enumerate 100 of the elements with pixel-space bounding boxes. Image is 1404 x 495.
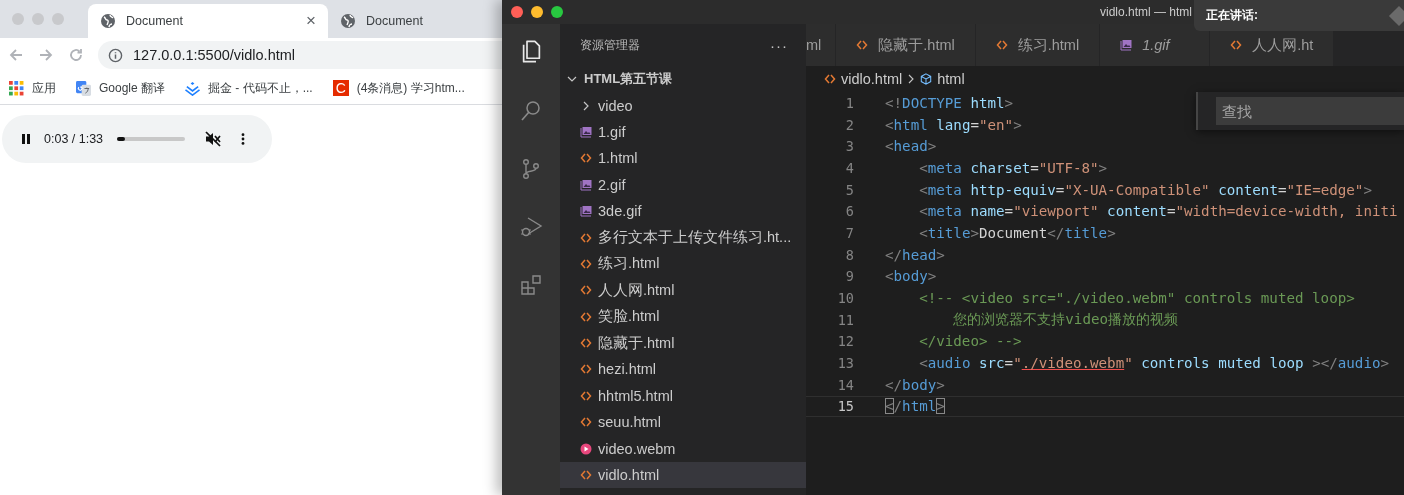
code-line: <html lang="en"> bbox=[885, 116, 1022, 133]
more-actions-button[interactable]: ··· bbox=[770, 36, 788, 54]
run-debug-icon[interactable] bbox=[519, 215, 543, 239]
file-item[interactable]: 1.html bbox=[560, 145, 806, 172]
line-number: 13 bbox=[836, 355, 854, 372]
line-number: 2 bbox=[844, 116, 854, 133]
code-line: 您的浏览器不支持video播放的视频 bbox=[952, 310, 1179, 330]
image-file-icon bbox=[580, 125, 592, 138]
globe-icon bbox=[340, 13, 356, 29]
code-line: <title>Document</title> bbox=[918, 224, 1116, 241]
code-line: <meta name="viewport" content="width=device-width, initi bbox=[918, 203, 1398, 220]
code-brackets-icon bbox=[580, 231, 592, 244]
zoom-window-button[interactable] bbox=[551, 6, 563, 18]
code-brackets-icon bbox=[580, 257, 592, 270]
find-input[interactable]: 查找 bbox=[1216, 97, 1404, 125]
reload-icon[interactable] bbox=[68, 47, 84, 63]
code-brackets-icon bbox=[580, 416, 592, 429]
file-item[interactable]: 3de.gif bbox=[560, 197, 806, 225]
code-brackets-icon bbox=[580, 152, 592, 165]
file-item[interactable]: 人人网.html bbox=[560, 277, 806, 304]
apps-grid-icon bbox=[9, 80, 24, 96]
chevron-right-icon bbox=[907, 73, 916, 85]
window-title: vidlo.html — html bbox=[1099, 5, 1192, 19]
bookmark[interactable]: 应用 bbox=[9, 79, 56, 97]
explorer-title: 资源管理器 bbox=[580, 36, 640, 54]
code-line: </body> bbox=[885, 376, 945, 393]
file-item[interactable]: video.webm bbox=[560, 435, 806, 462]
file-item[interactable]: 1.gif bbox=[560, 118, 806, 146]
file-item[interactable]: 隐藏于.html bbox=[560, 329, 806, 357]
code-brackets-icon bbox=[580, 389, 592, 402]
editor-tab[interactable]: 1.gif bbox=[1100, 24, 1211, 66]
bookmark[interactable]: Google 翻译 bbox=[76, 79, 166, 97]
info-icon bbox=[108, 47, 123, 63]
image-file-icon bbox=[580, 205, 592, 218]
search-icon[interactable] bbox=[519, 99, 543, 123]
close-window-button[interactable] bbox=[511, 6, 523, 18]
extensions-icon[interactable] bbox=[519, 273, 543, 297]
file-item[interactable]: 笑脸.html bbox=[560, 303, 806, 330]
code-line: <head> bbox=[885, 138, 937, 155]
editor-tab[interactable]: 练习.html bbox=[975, 24, 1101, 66]
code-brackets-icon bbox=[580, 337, 592, 350]
folder-item[interactable]: HTML第五节课 bbox=[560, 66, 806, 93]
file-item[interactable]: seuu.html bbox=[560, 409, 806, 436]
minimize-window-button[interactable] bbox=[531, 6, 543, 18]
diamond-logo-icon bbox=[1388, 4, 1404, 27]
globe-icon bbox=[100, 13, 116, 29]
chevron-stack-icon bbox=[185, 80, 201, 96]
image-file-icon bbox=[580, 178, 592, 191]
playback-time: 0:03 / 1:33 bbox=[44, 132, 104, 146]
code-line: <!-- <video src="./video.webm" controls muted loop> bbox=[918, 290, 1355, 307]
code-line: <body> bbox=[885, 268, 937, 285]
line-number: 8 bbox=[844, 246, 854, 263]
play-circle-icon bbox=[580, 442, 592, 455]
line-number: 12 bbox=[836, 333, 854, 350]
code-brackets-icon bbox=[1230, 39, 1243, 51]
code-brackets-icon bbox=[856, 39, 869, 51]
code-line: </head> bbox=[885, 246, 945, 263]
file-item[interactable]: vidlo.html bbox=[560, 461, 806, 489]
line-number: 5 bbox=[844, 181, 854, 198]
line-number: 4 bbox=[844, 159, 854, 176]
folder-item[interactable]: video bbox=[560, 92, 806, 119]
editor-tab[interactable]: ml bbox=[806, 24, 837, 66]
notification-banner: 正在讲话: bbox=[1194, 0, 1404, 31]
line-number: 14 bbox=[836, 376, 854, 393]
close-tab-button[interactable]: × bbox=[306, 11, 316, 31]
code-line: <meta charset="UTF-8"> bbox=[918, 159, 1108, 176]
site-logo: C bbox=[332, 80, 349, 96]
translate-icon bbox=[76, 80, 91, 96]
file-item[interactable]: 多行文本于上传文件练习.ht... bbox=[560, 224, 806, 251]
line-number: 9 bbox=[844, 268, 854, 285]
line-number: 1 bbox=[844, 94, 854, 111]
code-brackets-icon bbox=[580, 310, 592, 323]
browser-tab[interactable]: Document × bbox=[88, 4, 328, 38]
code-line: <meta http-equiv="X-UA-Compatible" content="IE=edge"> bbox=[918, 181, 1372, 198]
line-number: 6 bbox=[844, 203, 854, 220]
cube-icon bbox=[920, 73, 933, 85]
file-item[interactable]: hhtml5.html bbox=[560, 382, 806, 410]
line-number: 3 bbox=[844, 138, 854, 155]
forward-icon[interactable] bbox=[38, 47, 54, 63]
browser-tab[interactable]: Document bbox=[328, 4, 498, 38]
bookmark[interactable]: C (4条消息) 学习htm... bbox=[332, 79, 465, 97]
code-brackets-icon bbox=[580, 469, 592, 482]
file-item[interactable]: hezi.html bbox=[560, 356, 806, 383]
bookmark[interactable]: 掘金 - 代码不止，... bbox=[185, 79, 313, 97]
file-item[interactable]: 2.gif bbox=[560, 171, 806, 198]
breadcrumb-symbol[interactable]: html bbox=[937, 71, 965, 87]
line-number: 15 bbox=[836, 398, 854, 415]
image-file-icon bbox=[1120, 39, 1133, 51]
file-item[interactable]: 练习.html bbox=[560, 250, 806, 278]
code-brackets-icon bbox=[995, 39, 1008, 51]
editor-tab[interactable]: 隐藏于.html bbox=[836, 24, 976, 66]
seek-bar[interactable] bbox=[117, 137, 186, 141]
pause-icon[interactable] bbox=[20, 133, 32, 145]
muted-speaker-icon[interactable] bbox=[205, 131, 222, 147]
code-brackets-icon bbox=[824, 73, 836, 85]
back-icon[interactable] bbox=[8, 47, 24, 63]
line-number: 10 bbox=[836, 290, 854, 307]
more-options-icon[interactable] bbox=[241, 132, 246, 146]
breadcrumb-file[interactable]: vidlo.html bbox=[841, 71, 903, 87]
address-bar[interactable]: 127.0.0.1:5500/vidlo.html bbox=[98, 41, 502, 69]
